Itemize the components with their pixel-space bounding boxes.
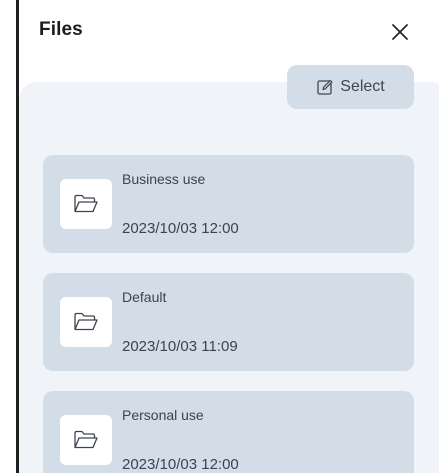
files-screen: Files Select Business use 2023/10/03 12:… [0,0,439,473]
file-name: Personal use [122,407,204,423]
folder-icon [74,312,98,331]
folder-thumbnail [60,297,112,347]
select-button-label: Select [340,78,385,95]
file-item[interactable]: Default 2023/10/03 11:09 [43,273,414,371]
file-name: Business use [122,171,206,187]
folder-icon [74,194,98,213]
file-date: 2023/10/03 12:00 [122,456,239,473]
file-name: Default [122,289,167,305]
folder-icon [74,430,98,449]
file-item[interactable]: Business use 2023/10/03 12:00 [43,155,414,253]
file-date: 2023/10/03 11:09 [122,338,238,355]
folder-thumbnail [60,179,112,229]
edit-icon [317,79,333,95]
folder-thumbnail [60,415,112,465]
select-button[interactable]: Select [287,65,414,109]
close-icon [392,24,408,40]
page-title: Files [39,19,83,40]
close-button[interactable] [386,18,414,46]
file-date: 2023/10/03 12:00 [122,220,239,237]
file-item[interactable]: Personal use 2023/10/03 12:00 [43,391,414,473]
